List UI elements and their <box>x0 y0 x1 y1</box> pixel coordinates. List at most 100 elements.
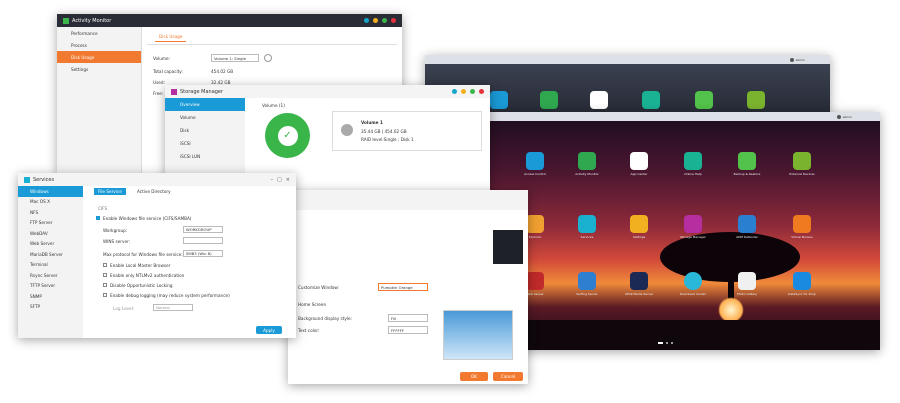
workgroup-input[interactable]: WORKGROUP <box>183 226 223 233</box>
tab-active-directory[interactable]: Active Directory <box>133 188 175 195</box>
opt-checkbox-4[interactable] <box>103 293 107 297</box>
app-icon-online-help-2[interactable] <box>684 152 702 170</box>
svc-nav-tftp[interactable]: TFTP Server <box>18 281 83 292</box>
tab-disk-usage[interactable]: Disk Usage <box>155 34 187 42</box>
window-controls[interactable]: – □ × <box>271 177 290 183</box>
user-icon-2[interactable] <box>836 114 841 119</box>
app-icon-access-control-2[interactable] <box>526 152 544 170</box>
restore-dot[interactable] <box>461 89 466 94</box>
page-dot[interactable] <box>671 342 673 344</box>
svc-nav-windows[interactable]: Windows <box>18 186 83 197</box>
am-nav-disk-usage[interactable]: Disk Usage <box>57 51 141 63</box>
app-icon-storage-manager[interactable] <box>684 215 702 233</box>
am-nav-performance[interactable]: Performance <box>57 27 141 39</box>
window-title: Services <box>33 176 55 183</box>
app-icon-surfing-server[interactable] <box>578 272 596 290</box>
opt-checkbox-1[interactable] <box>103 263 107 267</box>
sm-nav-iscsi-lun[interactable]: iSCSI LUN <box>165 150 245 163</box>
ok-button[interactable]: OK <box>460 372 488 381</box>
maximize-dot[interactable] <box>470 89 475 94</box>
text-color-select[interactable]: FFFFFF <box>388 326 428 334</box>
sm-nav-disk[interactable]: Disk <box>165 124 245 137</box>
close-icon[interactable]: × <box>286 177 290 183</box>
label-surfing-server: Surfing Server <box>576 292 598 296</box>
volume-card[interactable]: Volume 1 35.44 GB | 454.02 GB RAID level… <box>332 111 482 151</box>
close-dot[interactable] <box>479 89 484 94</box>
app-icon-backup-2[interactable] <box>738 152 756 170</box>
svc-nav-nfs[interactable]: NFS <box>18 207 83 218</box>
app-icon-settings[interactable] <box>630 215 648 233</box>
storage-manager-titlebar[interactable]: Storage Manager <box>165 85 490 98</box>
log-level-select[interactable]: Normal <box>153 304 193 311</box>
page-dots[interactable] <box>658 342 673 344</box>
tab-file-service[interactable]: File Service <box>94 188 126 195</box>
svc-nav-rsync[interactable]: Rsync Server <box>18 270 83 281</box>
app-icon-online-help[interactable] <box>642 91 660 109</box>
svc-nav-webdav[interactable]: WebDAV <box>18 228 83 239</box>
app-icon-external-devices[interactable] <box>747 91 765 109</box>
app-icon-upnp[interactable] <box>630 272 648 290</box>
wins-input[interactable] <box>183 237 223 244</box>
app-icon-activity-monitor-2[interactable] <box>578 152 596 170</box>
close-dot[interactable] <box>391 18 396 23</box>
app-icon-virtual-bureau[interactable] <box>793 215 811 233</box>
svc-nav-terminal[interactable]: Terminal <box>18 260 83 271</box>
max-protocol-select[interactable]: SMB3 (Win 8) <box>183 250 223 257</box>
app-icon-app-center[interactable] <box>590 91 608 109</box>
enable-cifs-checkbox[interactable] <box>96 216 100 220</box>
am-nav-settings[interactable]: Settings <box>57 63 141 75</box>
workgroup-label: Workgroup: <box>103 228 128 233</box>
svc-nav-macos[interactable]: Mac OS X <box>18 197 83 208</box>
minimize-icon[interactable]: – <box>271 177 274 183</box>
app-icon-external-devices-2[interactable] <box>793 152 811 170</box>
sm-nav-volume[interactable]: Volume <box>165 111 245 124</box>
sm-nav-iscsi[interactable]: iSCSI <box>165 137 245 150</box>
sm-nav-overview[interactable]: Overview <box>165 98 245 111</box>
user-icon[interactable] <box>789 57 794 62</box>
app-icon-download-center[interactable] <box>684 272 702 290</box>
restore-dot[interactable] <box>373 18 378 23</box>
svc-nav-web-server[interactable]: Web Server <box>18 239 83 250</box>
maximize-dot[interactable] <box>382 18 387 23</box>
apply-button[interactable]: Apply <box>256 326 282 334</box>
app-icon-datasync[interactable] <box>793 272 811 290</box>
app-icon-services[interactable] <box>578 215 596 233</box>
cifs-header: CIFS <box>98 206 108 211</box>
refresh-icon[interactable] <box>264 54 272 62</box>
volume-select[interactable]: Volume 1: Single <box>211 54 259 62</box>
app-icon-backup[interactable] <box>695 91 713 109</box>
wallpaper-preview[interactable] <box>443 310 513 360</box>
restore-icon[interactable]: □ <box>277 177 282 183</box>
app-icon-web-server[interactable] <box>526 272 544 290</box>
app-icon-adm-defender[interactable] <box>738 215 756 233</box>
bg-style-select[interactable]: Fill <box>388 314 428 322</box>
svc-nav-snmp[interactable]: SNMP <box>18 291 83 302</box>
minimize-dot[interactable] <box>452 89 457 94</box>
svc-nav-sftp[interactable]: SFTP <box>18 302 83 313</box>
minimize-dot[interactable] <box>364 18 369 23</box>
app-icon-app-center-2[interactable] <box>630 152 648 170</box>
services-titlebar[interactable]: Services – □ × <box>18 173 296 186</box>
app-icon-photo-gallery[interactable] <box>738 272 756 290</box>
window-controls[interactable] <box>452 89 484 94</box>
app-icon-explorer[interactable] <box>526 215 544 233</box>
svc-nav-mariadb[interactable]: MariaDB Server <box>18 249 83 260</box>
page-dot-active[interactable] <box>658 342 663 344</box>
opt-checkbox-3[interactable] <box>103 283 107 287</box>
app-icon-activity-monitor[interactable] <box>540 91 558 109</box>
page-dot[interactable] <box>666 342 668 344</box>
desktop-window-main: admin Access Control Activity Monitor Ap… <box>490 112 880 350</box>
am-nav-process[interactable]: Process <box>57 39 141 51</box>
label-photo-gallery: Photo Gallery <box>736 292 758 296</box>
svc-nav-ftp[interactable]: FTP Server <box>18 218 83 229</box>
customize-window-select[interactable]: Pumpkin Orange <box>378 283 428 291</box>
app-icon-access-control[interactable] <box>490 91 508 109</box>
window-controls[interactable] <box>364 18 396 23</box>
label-services: Services <box>580 235 594 239</box>
free-label: Free: <box>153 91 164 96</box>
opt-label-4: Enable debug logging (may reduce system … <box>110 293 230 298</box>
volume-size: 35.44 GB | 454.02 GB <box>361 129 407 134</box>
activity-monitor-titlebar[interactable]: Activity Monitor <box>57 14 402 27</box>
opt-checkbox-2[interactable] <box>103 273 107 277</box>
cancel-button[interactable]: Cancel <box>493 372 523 381</box>
